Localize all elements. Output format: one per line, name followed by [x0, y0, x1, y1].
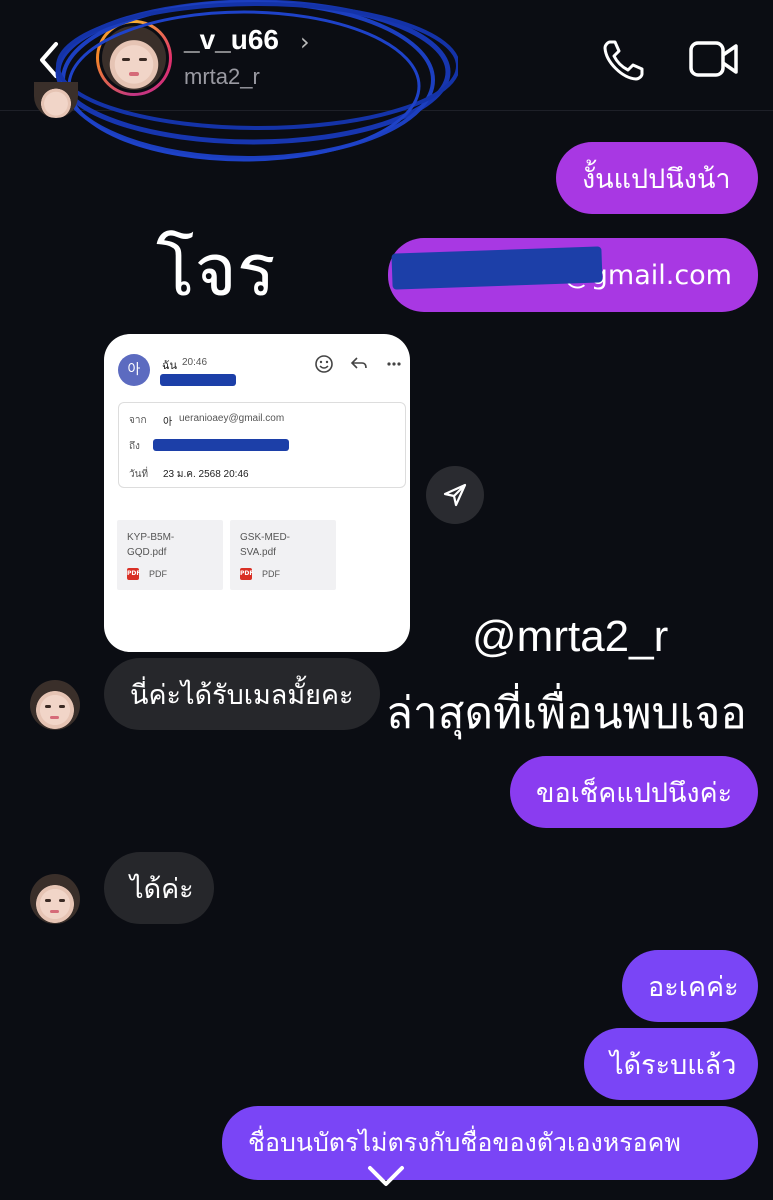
from-label: จาก — [129, 415, 147, 426]
chevron-down-icon[interactable] — [366, 1160, 406, 1190]
from-email: ueranioaey@gmail.com — [179, 413, 285, 424]
chevron-right-icon[interactable]: › — [300, 28, 310, 56]
share-button[interactable] — [426, 466, 484, 524]
send-icon — [443, 483, 467, 507]
attachment-name-line2: SVA.pdf — [240, 547, 276, 558]
attachment-pdf[interactable]: KYP-B5M- GQD.pdf PDF PDF — [117, 520, 223, 590]
date-label: วันที่ — [129, 469, 149, 480]
attachment-name-line2: GQD.pdf — [127, 547, 167, 558]
message-bubble-incoming[interactable]: ได้ค่ะ — [104, 852, 214, 924]
from-name: 아 — [163, 417, 173, 428]
sender-avatar — [30, 874, 80, 924]
message-bubble-outgoing[interactable]: งั้นแปปนึงน้า — [556, 142, 758, 214]
redaction-mark — [160, 374, 236, 386]
attachment-type: PDF — [262, 569, 280, 579]
redaction-mark — [153, 439, 289, 451]
message-text: ชื่อบนบัตรไม่ตรงกับชื่อของตัวเองหรอคพ — [248, 1128, 681, 1157]
message-bubble-outgoing[interactable]: ชื่อบนบัตรไม่ตรงกับชื่อของตัวเองหรอคพ — [222, 1106, 758, 1180]
date-value: 23 ม.ค. 2568 20:46 — [163, 469, 249, 480]
attachment-name-line1: KYP-B5M- — [127, 532, 175, 543]
video-camera-icon[interactable] — [688, 36, 740, 82]
sender-avatar: 아 — [118, 354, 150, 386]
profile-avatar[interactable] — [96, 20, 172, 96]
message-text: ได้ค่ะ — [130, 873, 194, 905]
message-text: งั้นแปปนึงน้า — [582, 163, 731, 195]
more-icon[interactable] — [386, 360, 402, 368]
handle-caption: @mrta2_r — [472, 612, 669, 661]
phone-icon[interactable] — [600, 36, 648, 84]
pdf-icon: PDF — [127, 568, 140, 580]
attachment-type: PDF — [149, 569, 167, 579]
sender-label: ฉัน — [162, 360, 178, 372]
pdf-icon: PDF — [240, 568, 253, 580]
attachment-pdf[interactable]: GSK-MED- SVA.pdf PDF PDF — [230, 520, 336, 590]
message-text: ได้ระบแล้ว — [610, 1049, 737, 1081]
thief-label: โจร — [156, 228, 276, 312]
message-bubble-outgoing[interactable]: ขอเช็คแปปนึงค่ะ — [510, 756, 758, 828]
caption-text: ล่าสุดที่เพื่อนพบเจอ — [386, 688, 747, 739]
reply-icon[interactable] — [350, 356, 368, 372]
chat-username[interactable]: _v_u66 — [184, 24, 279, 56]
to-label: ถึง — [129, 441, 140, 452]
email-details-box: จาก 아 ueranioaey@gmail.com ถึง วันที่ 23… — [118, 402, 406, 488]
email-time: 20:46 — [182, 357, 208, 368]
emoji-icon[interactable] — [314, 354, 334, 374]
message-bubble-outgoing[interactable]: ได้ระบแล้ว — [584, 1028, 758, 1100]
message-text: ขอเช็คแปปนึงค่ะ — [536, 777, 733, 809]
message-text: นี่ค่ะได้รับเมลมั้ยคะ — [130, 679, 354, 711]
message-bubble-outgoing[interactable]: อะเคค่ะ — [622, 950, 758, 1022]
attachment-name-line1: GSK-MED- — [240, 532, 290, 543]
redaction-mark — [391, 246, 603, 290]
avatar-ring-gap — [99, 23, 169, 93]
email-screenshot-card[interactable]: 아 ฉัน 20:46 จาก 아 ueranioaey@gmail.com ถ… — [104, 334, 410, 652]
partial-avatar — [34, 82, 78, 118]
message-text: อะเคค่ะ — [648, 971, 739, 1003]
sender-avatar — [30, 680, 80, 730]
back-chevron-icon[interactable] — [30, 38, 70, 82]
chat-handle[interactable]: mrta2_r — [184, 64, 260, 90]
avatar-photo — [102, 26, 166, 90]
message-bubble-incoming[interactable]: นี่ค่ะได้รับเมลมั้ยคะ — [104, 658, 380, 730]
